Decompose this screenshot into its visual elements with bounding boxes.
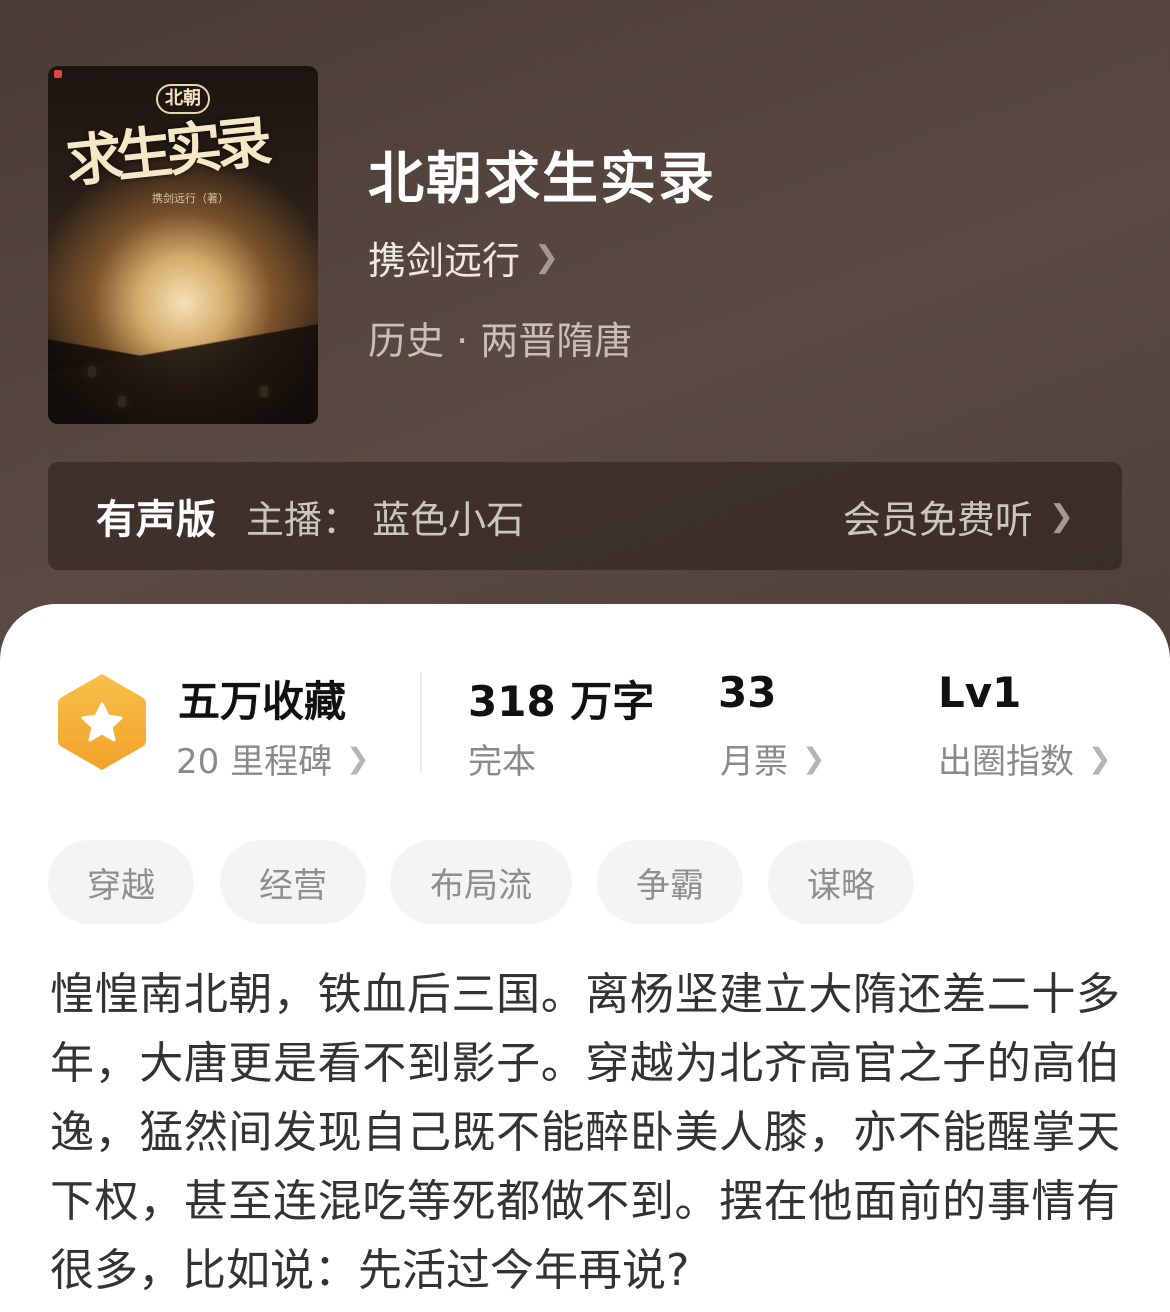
popularity-level: Lv1: [938, 668, 1022, 717]
audio-version-label: 有声版: [96, 497, 216, 543]
cover-rooftops: [48, 304, 318, 424]
member-free-listen-button[interactable]: 会员免费听: [843, 489, 1033, 544]
milestones-label: 20 里程碑: [176, 742, 333, 782]
monthly-tickets-label: 月票: [720, 742, 788, 782]
tag-chip[interactable]: 经营: [220, 840, 366, 924]
audio-version-bar[interactable]: 有声版 主播： 蓝色小石 会员免费听 ❯: [48, 462, 1122, 570]
stats-divider: [420, 672, 422, 774]
popularity-index-link[interactable]: 出圈指数 ❯: [938, 734, 1111, 783]
book-title: 北朝求生实录: [368, 147, 716, 212]
popularity-index-label: 出圈指数: [938, 742, 1074, 782]
monthly-tickets-count: 33: [718, 668, 777, 717]
cover-series-text: 北朝: [156, 84, 210, 114]
collections-count: 五万收藏: [178, 677, 347, 726]
chevron-right-icon: ❯: [346, 742, 370, 775]
audio-host: 主播： 蓝色小石: [246, 497, 525, 542]
completion-status-label: 完本: [468, 742, 536, 782]
tag-chip[interactable]: 穿越: [48, 840, 194, 924]
book-cover[interactable]: 北朝 求生实录 携剑远行（著）: [48, 66, 318, 424]
author-link[interactable]: 携剑远行 ❯: [368, 230, 559, 285]
publisher-logo-icon: [54, 70, 62, 78]
cover-author-text: 携剑远行（著）: [152, 192, 229, 205]
word-count: 318 万字: [468, 677, 655, 726]
completion-status: 完本: [468, 734, 536, 783]
author-name: 携剑远行: [368, 239, 521, 283]
chevron-right-icon: ❯: [1048, 498, 1074, 534]
book-genre: 历史 · 两晋隋唐: [368, 319, 633, 363]
chevron-right-icon: ❯: [1088, 742, 1112, 775]
tag-chip[interactable]: 布局流: [390, 840, 572, 924]
milestones-link[interactable]: 20 里程碑 ❯: [176, 734, 370, 783]
monthly-tickets-link[interactable]: 月票 ❯: [720, 734, 825, 783]
cover-title-text: 求生实录: [63, 108, 270, 196]
tag-chip[interactable]: 争霸: [597, 840, 743, 924]
star-hexagon-icon[interactable]: [54, 670, 150, 774]
book-synopsis[interactable]: 惶惶南北朝，铁血后三国。离杨坚建立大隋还差二十多年，大唐更是看不到影子。穿越为北…: [50, 960, 1120, 1305]
tag-chip[interactable]: 谋略: [768, 840, 914, 924]
chevron-right-icon: ❯: [802, 742, 826, 775]
chevron-right-icon: ❯: [534, 240, 560, 275]
